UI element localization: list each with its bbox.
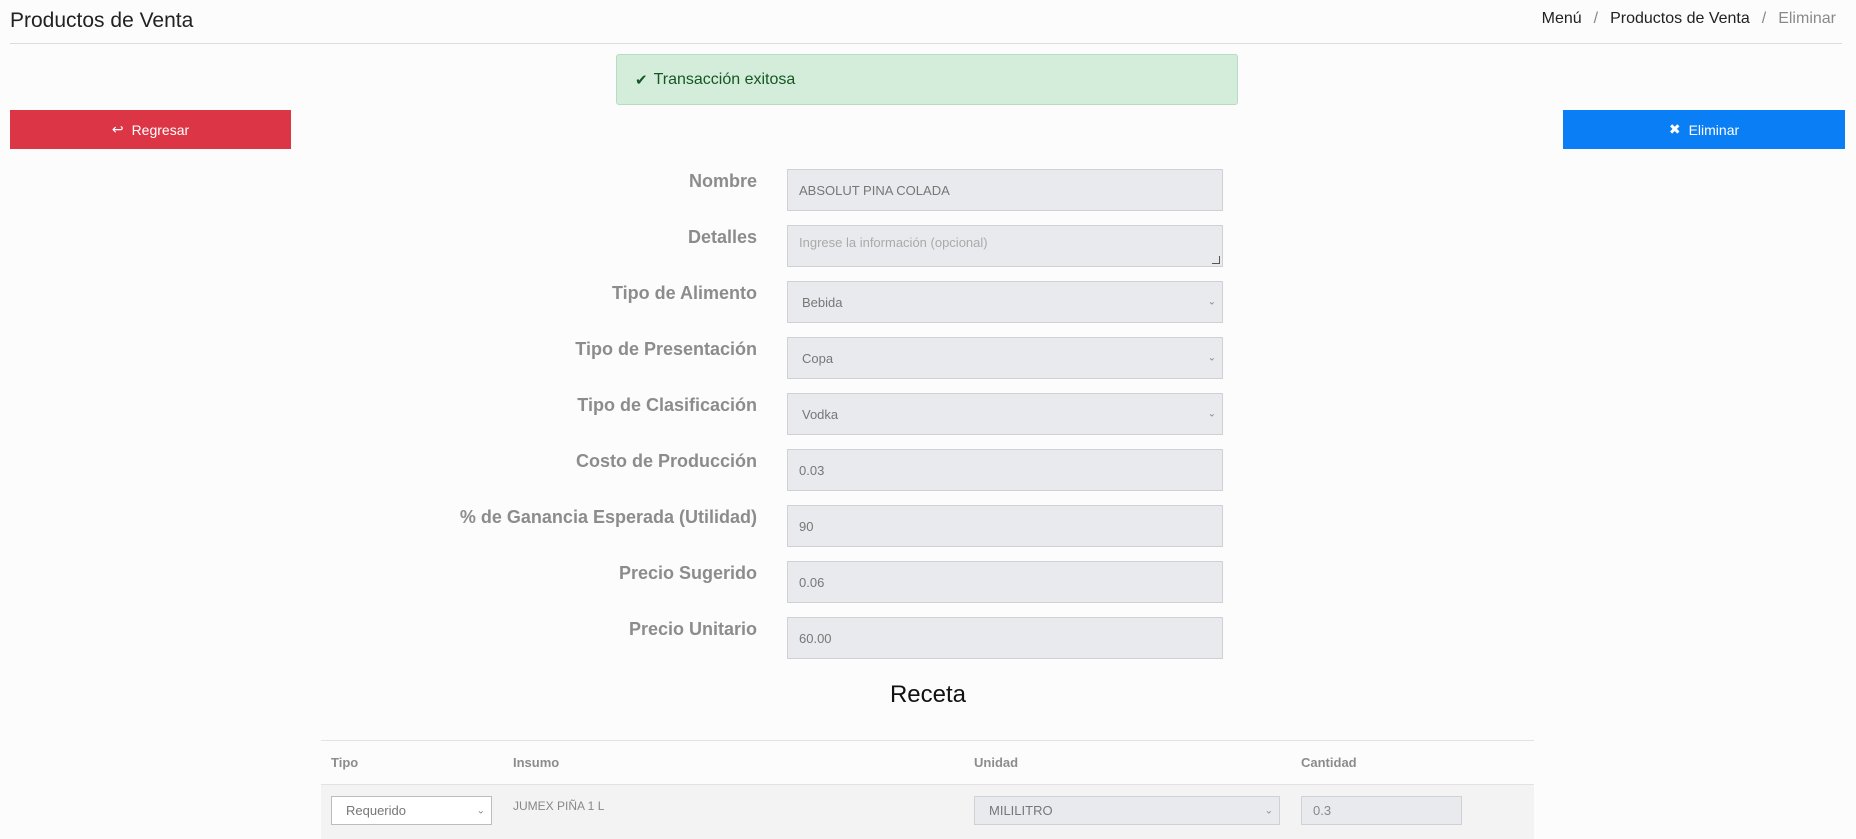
label-precio-sugerido: Precio Sugerido bbox=[618, 563, 757, 583]
chevron-down-icon: ⌄ bbox=[1207, 352, 1216, 364]
recipe-title: Receta bbox=[889, 681, 967, 708]
breadcrumb-productos[interactable]: Productos de Venta bbox=[1610, 10, 1750, 28]
detalles-placeholder: Ingrese la información (opcional) bbox=[799, 235, 988, 250]
table-row: Requerido ⌄ JUMEX PIÑA 1 L MILILITRO ⌄ 0… bbox=[321, 785, 1534, 839]
tipo-clasificacion-value: Vodka bbox=[802, 406, 839, 422]
chevron-down-icon: ⌄ bbox=[1207, 296, 1216, 308]
label-detalles: Detalles bbox=[687, 227, 757, 247]
row-tipo-clasificacion: Tipo de Clasificación Vodka ⌄ bbox=[0, 393, 1856, 435]
column-header-unidad: Unidad bbox=[974, 755, 1019, 770]
precio-sugerido-input[interactable]: 0.06 bbox=[787, 561, 1223, 603]
check-icon: ✔ bbox=[635, 71, 648, 89]
breadcrumb-menu[interactable]: Menú bbox=[1542, 10, 1582, 28]
nombre-input[interactable]: ABSOLUT PINA COLADA bbox=[787, 169, 1223, 211]
page-title: Productos de Venta bbox=[10, 9, 194, 32]
row-tipo-alimento: Tipo de Alimento Bebida ⌄ bbox=[0, 281, 1856, 323]
chevron-down-icon: ⌄ bbox=[476, 805, 485, 816]
reply-icon: ↩ bbox=[111, 121, 124, 137]
resize-handle-icon[interactable] bbox=[1212, 256, 1220, 264]
label-nombre: Nombre bbox=[688, 171, 757, 191]
close-icon: ✖ bbox=[1668, 121, 1681, 137]
row-ganancia: % de Ganancia Esperada (Utilidad) 90 bbox=[0, 505, 1856, 547]
row-detalles: Detalles Ingrese la información (opciona… bbox=[0, 225, 1856, 267]
tipo-presentacion-select[interactable]: Copa ⌄ bbox=[787, 337, 1223, 379]
ganancia-input[interactable]: 90 bbox=[787, 505, 1223, 547]
tipo-presentacion-value: Copa bbox=[802, 350, 834, 366]
delete-button[interactable]: ✖ Eliminar bbox=[1563, 110, 1845, 149]
insumo-text: JUMEX PIÑA 1 L bbox=[513, 799, 605, 813]
chevron-down-icon: ⌄ bbox=[1264, 805, 1273, 816]
row-nombre: Nombre ABSOLUT PINA COLADA bbox=[0, 169, 1856, 211]
unidad-select[interactable]: MILILITRO ⌄ bbox=[974, 796, 1280, 825]
success-alert: ✔ Transacción exitosa bbox=[616, 54, 1238, 105]
delete-button-label: Eliminar bbox=[1688, 121, 1740, 138]
alert-message: Transacción exitosa bbox=[653, 70, 796, 88]
tipo-value: Requerido bbox=[346, 803, 406, 818]
column-header-cantidad: Cantidad bbox=[1301, 755, 1357, 770]
label-tipo-clasificacion: Tipo de Clasificación bbox=[577, 395, 757, 415]
tipo-select[interactable]: Requerido ⌄ bbox=[331, 796, 492, 825]
label-tipo-presentacion: Tipo de Presentación bbox=[575, 339, 757, 359]
recipe-table: Tipo Insumo Unidad Cantidad Requerido ⌄ … bbox=[321, 740, 1534, 839]
row-precio-sugerido: Precio Sugerido 0.06 bbox=[0, 561, 1856, 603]
recipe-table-header: Tipo Insumo Unidad Cantidad bbox=[321, 740, 1534, 785]
tipo-clasificacion-select[interactable]: Vodka ⌄ bbox=[787, 393, 1223, 435]
detalles-textarea[interactable]: Ingrese la información (opcional) bbox=[787, 225, 1223, 267]
column-header-tipo: Tipo bbox=[331, 755, 359, 770]
back-button[interactable]: ↩ Regresar bbox=[10, 110, 291, 149]
column-header-insumo: Insumo bbox=[513, 755, 560, 770]
label-ganancia: % de Ganancia Esperada (Utilidad) bbox=[459, 507, 757, 527]
page-header: Productos de Venta Menú / Productos de V… bbox=[10, 0, 1842, 44]
label-costo-produccion: Costo de Producción bbox=[575, 451, 757, 471]
breadcrumb: Menú / Productos de Venta / Eliminar bbox=[1541, 10, 1836, 28]
row-costo-produccion: Costo de Producción 0.03 bbox=[0, 449, 1856, 491]
label-tipo-alimento: Tipo de Alimento bbox=[611, 283, 757, 303]
back-button-label: Regresar bbox=[131, 121, 190, 138]
breadcrumb-current: Eliminar bbox=[1778, 10, 1836, 27]
precio-unitario-input[interactable]: 60.00 bbox=[787, 617, 1223, 659]
label-precio-unitario: Precio Unitario bbox=[628, 619, 757, 639]
row-tipo-presentacion: Tipo de Presentación Copa ⌄ bbox=[0, 337, 1856, 379]
row-precio-unitario: Precio Unitario 60.00 bbox=[0, 617, 1856, 659]
costo-produccion-input[interactable]: 0.03 bbox=[787, 449, 1223, 491]
cantidad-input[interactable]: 0.3 bbox=[1301, 796, 1462, 825]
unidad-value: MILILITRO bbox=[989, 803, 1053, 818]
tipo-alimento-value: Bebida bbox=[802, 294, 843, 310]
tipo-alimento-select[interactable]: Bebida ⌄ bbox=[787, 281, 1223, 323]
chevron-down-icon: ⌄ bbox=[1207, 408, 1216, 420]
